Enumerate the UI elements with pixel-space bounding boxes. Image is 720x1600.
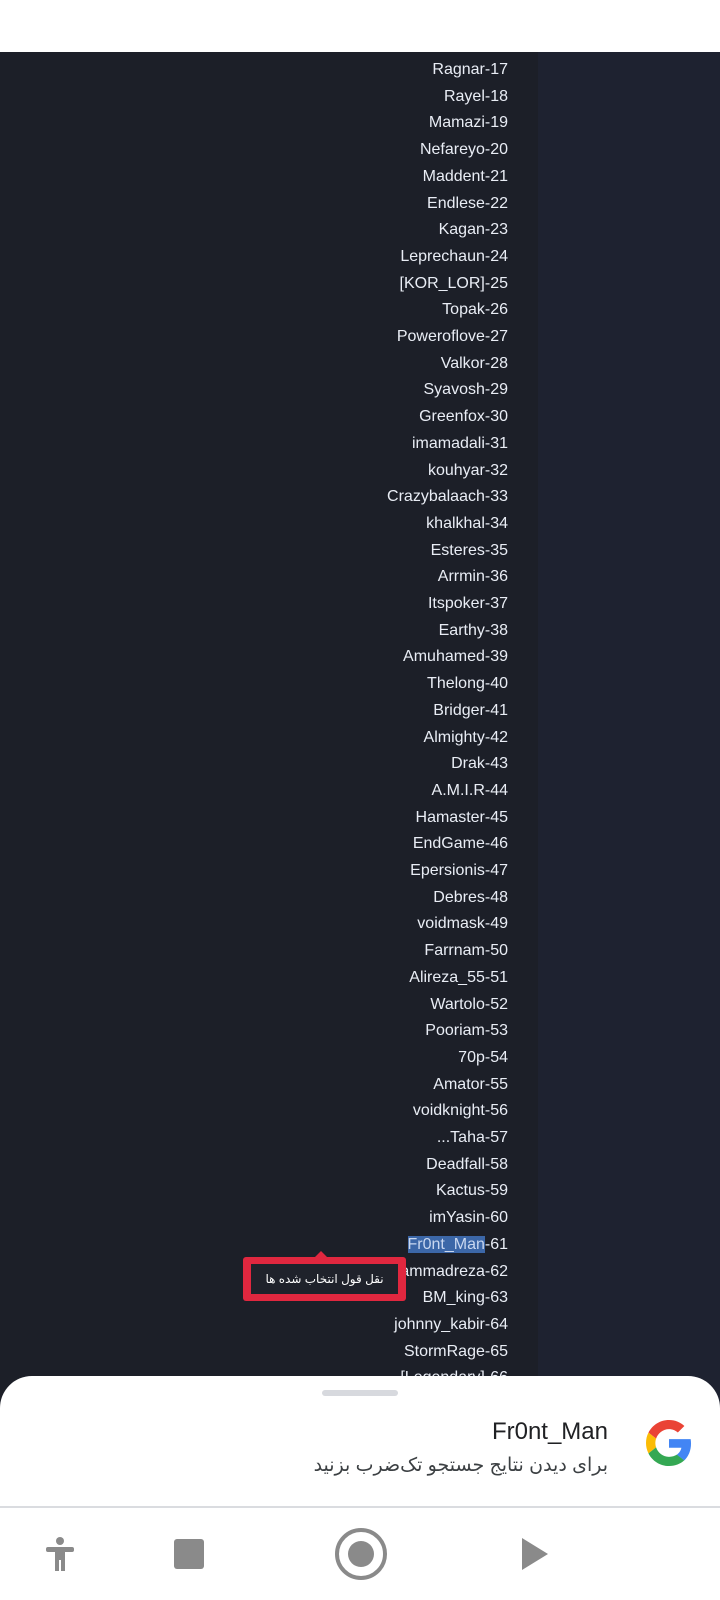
sheet-title: Fr0nt_Man [491,1418,608,1445]
list-item[interactable]: Alireza_55-51 [409,968,508,988]
side-strip [538,52,720,1432]
status-area [0,0,720,52]
list-item[interactable]: StormRage-65 [404,1342,508,1362]
list-item[interactable]: johnny_kabir-64 [394,1315,508,1335]
sheet-divider [0,1506,720,1508]
list-item[interactable]: kouhyar-32 [428,461,508,481]
list-item[interactable]: imamadali-31 [412,434,508,454]
list-item[interactable]: Poweroflove-27 [397,327,508,347]
sheet-drag-handle[interactable] [322,1390,398,1396]
list-item[interactable]: Crazybalaach-33 [387,487,508,507]
list-item[interactable]: [KOR_LOR]-25 [400,274,508,294]
list-item[interactable]: Kactus-59 [436,1181,508,1201]
list-item[interactable]: Farrnam-50 [424,941,508,961]
list-item[interactable]: Thelong-40 [427,674,508,694]
list-item[interactable]: Ragnar-17 [432,60,508,80]
accessibility-icon[interactable] [36,1530,84,1578]
list-item-selected[interactable]: Fr0nt_Man-61 [407,1235,508,1255]
record-icon[interactable] [334,1527,388,1581]
list-item[interactable]: Valkor-28 [441,354,508,374]
list-item[interactable]: Rayel-18 [444,87,508,107]
list-item[interactable]: Debres-48 [433,888,508,908]
content-panel: Ragnar-17 Rayel-18 Mamazi-19 Nefareyo-20 Mad… [0,52,720,1432]
list-item[interactable]: Drak-43 [451,754,508,774]
list-item[interactable]: Almighty-42 [424,728,508,748]
list-item[interactable]: voidknight-56 [413,1101,508,1121]
list-item[interactable]: Deadfall-58 [426,1155,508,1175]
list-item[interactable]: Topak-26 [442,300,508,320]
list-item[interactable]: ...Taha-57 [437,1128,508,1148]
list-item[interactable]: Maddent-21 [423,167,508,187]
list-item[interactable]: Arrmin-36 [438,567,508,587]
list-item[interactable]: Wartolo-52 [430,995,508,1015]
list-item[interactable]: Pooriam-53 [425,1021,508,1041]
list-item[interactable]: Itspoker-37 [428,594,508,614]
list-item[interactable]: Earthy-38 [439,621,508,641]
list-item[interactable]: Syavosh-29 [424,380,509,400]
google-g-icon[interactable] [646,1420,692,1466]
list-item[interactable]: khalkhal-34 [426,514,508,534]
list-item[interactable]: Kagan-23 [439,220,508,240]
list-item[interactable]: Amator-55 [433,1075,508,1095]
list-item[interactable]: EndGame-46 [413,834,508,854]
list-item[interactable]: Amuhamed-39 [403,647,508,667]
list-item[interactable]: BM_king-63 [423,1288,508,1308]
play-icon[interactable] [510,1530,558,1578]
tooltip-highlight-frame: نقل قول انتخاب شده ها [243,1257,406,1301]
sheet-subtitle: برای دیدن نتایج جستجو تک‌ضرب بزنید [313,1455,608,1476]
list-item[interactable]: Bridger-41 [433,701,508,721]
list-item[interactable]: Epersionis-47 [410,861,508,881]
selected-text[interactable]: Fr0nt_Man [407,1235,485,1253]
stop-icon[interactable] [165,1530,213,1578]
list-item[interactable]: Hamaster-45 [416,808,508,828]
bottom-nav-bar [0,1510,720,1600]
list-item[interactable]: Greenfox-30 [419,407,508,427]
list-item[interactable]: imYasin-60 [429,1208,508,1228]
list-item[interactable]: Leprechaun-24 [400,247,508,267]
list-item[interactable]: 70p-54 [458,1048,508,1068]
quote-tooltip[interactable]: نقل قول انتخاب شده ها [243,1251,406,1309]
list-item[interactable]: voidmask-49 [417,914,508,934]
list-item[interactable]: A.M.I.R-44 [432,781,508,801]
list-item[interactable]: Endlese-22 [427,194,508,214]
quote-selection-button[interactable]: نقل قول انتخاب شده ها [251,1264,398,1294]
list-item[interactable]: Nefareyo-20 [420,140,508,160]
list-item[interactable]: Mamazi-19 [429,113,508,133]
list-item[interactable]: Esteres-35 [431,541,508,561]
search-bottom-sheet[interactable]: Fr0nt_Man برای دیدن نتایج جستجو تک‌ضرب ب… [0,1376,720,1506]
